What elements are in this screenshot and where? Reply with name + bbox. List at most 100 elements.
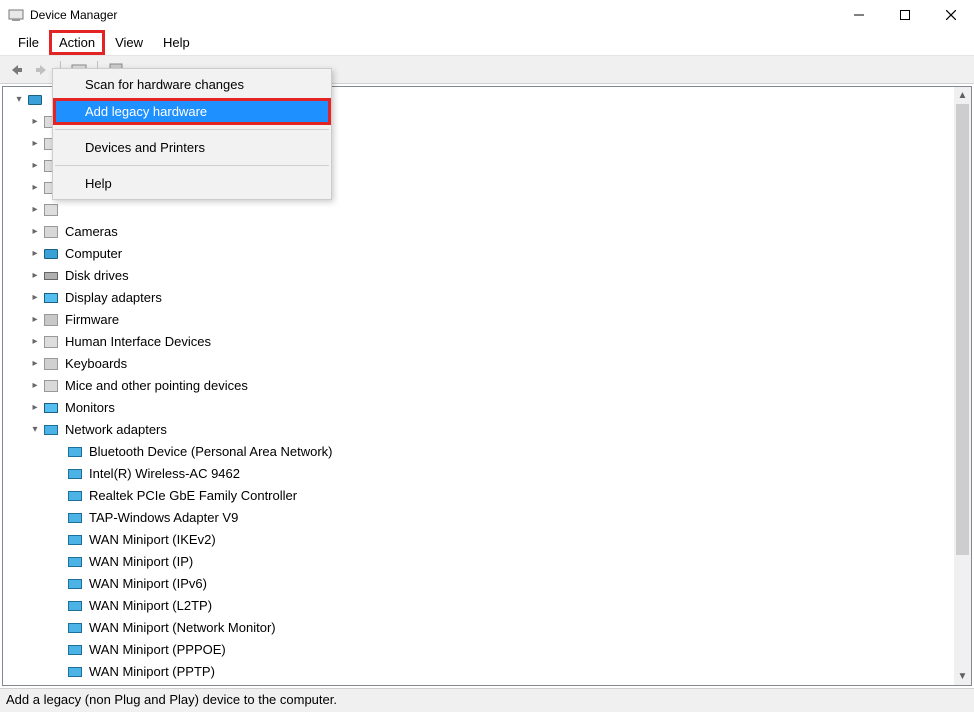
disk-icon xyxy=(43,268,59,284)
expander-icon[interactable]: ▸ xyxy=(27,111,43,133)
tree-row[interactable]: WAN Miniport (L2TP) xyxy=(7,595,971,617)
tree-node-label: Intel(R) Wireless-AC 9462 xyxy=(87,463,242,485)
tree-node-label: Realtek PCIe GbE Family Controller xyxy=(87,485,299,507)
computer-icon xyxy=(43,246,59,262)
hid-icon xyxy=(43,334,59,350)
tree-node-label: WAN Miniport (IP) xyxy=(87,551,195,573)
dropdown-item[interactable]: Help xyxy=(53,170,331,197)
expander-icon[interactable]: ▸ xyxy=(27,287,43,309)
tree-row[interactable]: WAN Miniport (IPv6) xyxy=(7,573,971,595)
window-title: Device Manager xyxy=(30,8,836,22)
network-adapter-icon xyxy=(67,510,83,526)
expander-icon[interactable]: ▸ xyxy=(27,309,43,331)
monitor-icon xyxy=(43,400,59,416)
tree-row[interactable]: ▸ Computer xyxy=(7,243,971,265)
expander-icon[interactable]: ▸ xyxy=(27,243,43,265)
display-icon xyxy=(43,290,59,306)
tree-row[interactable]: ▾ Network adapters xyxy=(7,419,971,441)
network-adapter-icon xyxy=(67,532,83,548)
scroll-track[interactable] xyxy=(954,104,971,668)
network-adapter-icon xyxy=(67,598,83,614)
menu-file[interactable]: File xyxy=(8,30,49,55)
menu-action[interactable]: Action xyxy=(49,30,105,55)
menu-help[interactable]: Help xyxy=(153,30,200,55)
computer-icon xyxy=(27,92,43,108)
dropdown-item[interactable]: Scan for hardware changes xyxy=(53,71,331,98)
tree-row[interactable]: WAN Miniport (Network Monitor) xyxy=(7,617,971,639)
tree-node-label: Computer xyxy=(63,243,124,265)
tree-row[interactable]: TAP-Windows Adapter V9 xyxy=(7,507,971,529)
tree-node-label: Keyboards xyxy=(63,353,129,375)
expander-icon[interactable]: ▸ xyxy=(27,265,43,287)
tree-row[interactable]: ▸ Keyboards xyxy=(7,353,971,375)
close-button[interactable] xyxy=(928,0,974,30)
app-icon xyxy=(8,7,24,23)
network-icon xyxy=(43,422,59,438)
tree-node-label: WAN Miniport (PPPOE) xyxy=(87,639,228,661)
statusbar: Add a legacy (non Plug and Play) device … xyxy=(0,688,974,712)
tree-node-label: Display adapters xyxy=(63,287,164,309)
minimize-button[interactable] xyxy=(836,0,882,30)
scroll-down-arrow[interactable]: ▼ xyxy=(954,668,971,685)
scroll-up-arrow[interactable]: ▲ xyxy=(954,87,971,104)
scroll-thumb[interactable] xyxy=(956,104,969,555)
tree-row[interactable]: ▸ Monitors xyxy=(7,397,971,419)
expander-icon[interactable]: ▸ xyxy=(27,397,43,419)
tree-row[interactable]: ▸ Display adapters xyxy=(7,287,971,309)
tree-node-label: WAN Miniport (Network Monitor) xyxy=(87,617,278,639)
tree-node-label: Monitors xyxy=(63,397,117,419)
expander-icon[interactable]: ▸ xyxy=(27,331,43,353)
tree-row[interactable]: ▸ xyxy=(7,199,971,221)
expander-icon[interactable]: ▸ xyxy=(27,177,43,199)
scrollbar-vertical[interactable]: ▲ ▼ xyxy=(954,87,971,685)
tree-node-label: Network adapters xyxy=(63,419,169,441)
dropdown-item[interactable]: Devices and Printers xyxy=(53,134,331,161)
network-adapter-icon xyxy=(67,554,83,570)
statusbar-text: Add a legacy (non Plug and Play) device … xyxy=(6,692,337,707)
tree-row[interactable]: Intel(R) Wireless-AC 9462 xyxy=(7,463,971,485)
expander-icon[interactable]: ▸ xyxy=(27,221,43,243)
expander-icon[interactable]: ▸ xyxy=(27,353,43,375)
dropdown-item[interactable]: Add legacy hardware xyxy=(53,98,331,125)
tree-node-label: TAP-Windows Adapter V9 xyxy=(87,507,240,529)
network-adapter-icon xyxy=(67,664,83,680)
maximize-button[interactable] xyxy=(882,0,928,30)
firmware-icon xyxy=(43,312,59,328)
network-adapter-icon xyxy=(67,488,83,504)
menu-view[interactable]: View xyxy=(105,30,153,55)
tree-row[interactable]: WAN Miniport (IKEv2) xyxy=(7,529,971,551)
tree-node-label: WAN Miniport (L2TP) xyxy=(87,595,214,617)
network-adapter-icon xyxy=(67,620,83,636)
tree-row[interactable]: WAN Miniport (SSTP) xyxy=(7,683,971,686)
tree-node-label: WAN Miniport (SSTP) xyxy=(87,683,217,686)
tree-row[interactable]: ▸ Mice and other pointing devices xyxy=(7,375,971,397)
tree-row[interactable]: ▸Firmware xyxy=(7,309,971,331)
tree-node-label: WAN Miniport (PPTP) xyxy=(87,661,217,683)
tree-node-label: WAN Miniport (IPv6) xyxy=(87,573,209,595)
expander-icon[interactable]: ▸ xyxy=(27,133,43,155)
action-dropdown: Scan for hardware changesAdd legacy hard… xyxy=(52,68,332,200)
expander-icon[interactable]: ▾ xyxy=(11,89,27,111)
dropdown-separator xyxy=(55,165,329,166)
tree-node-label: Mice and other pointing devices xyxy=(63,375,250,397)
tree-row[interactable]: Realtek PCIe GbE Family Controller xyxy=(7,485,971,507)
tree-row[interactable]: WAN Miniport (PPTP) xyxy=(7,661,971,683)
tree-row[interactable]: ▸Cameras xyxy=(7,221,971,243)
tree-row[interactable]: WAN Miniport (IP) xyxy=(7,551,971,573)
expander-icon[interactable]: ▸ xyxy=(27,199,43,221)
tree-row[interactable]: Bluetooth Device (Personal Area Network) xyxy=(7,441,971,463)
back-button[interactable] xyxy=(4,58,28,82)
tree-row[interactable]: ▸ Disk drives xyxy=(7,265,971,287)
network-adapter-icon xyxy=(67,642,83,658)
expander-icon[interactable]: ▾ xyxy=(27,419,43,441)
mouse-icon xyxy=(43,378,59,394)
forward-button[interactable] xyxy=(30,58,54,82)
tree-row[interactable]: WAN Miniport (PPPOE) xyxy=(7,639,971,661)
dropdown-separator xyxy=(55,129,329,130)
window-controls xyxy=(836,0,974,30)
tree-node-label: Disk drives xyxy=(63,265,131,287)
expander-icon[interactable]: ▸ xyxy=(27,155,43,177)
expander-icon[interactable]: ▸ xyxy=(27,375,43,397)
tree-row[interactable]: ▸Human Interface Devices xyxy=(7,331,971,353)
network-adapter-icon xyxy=(67,576,83,592)
